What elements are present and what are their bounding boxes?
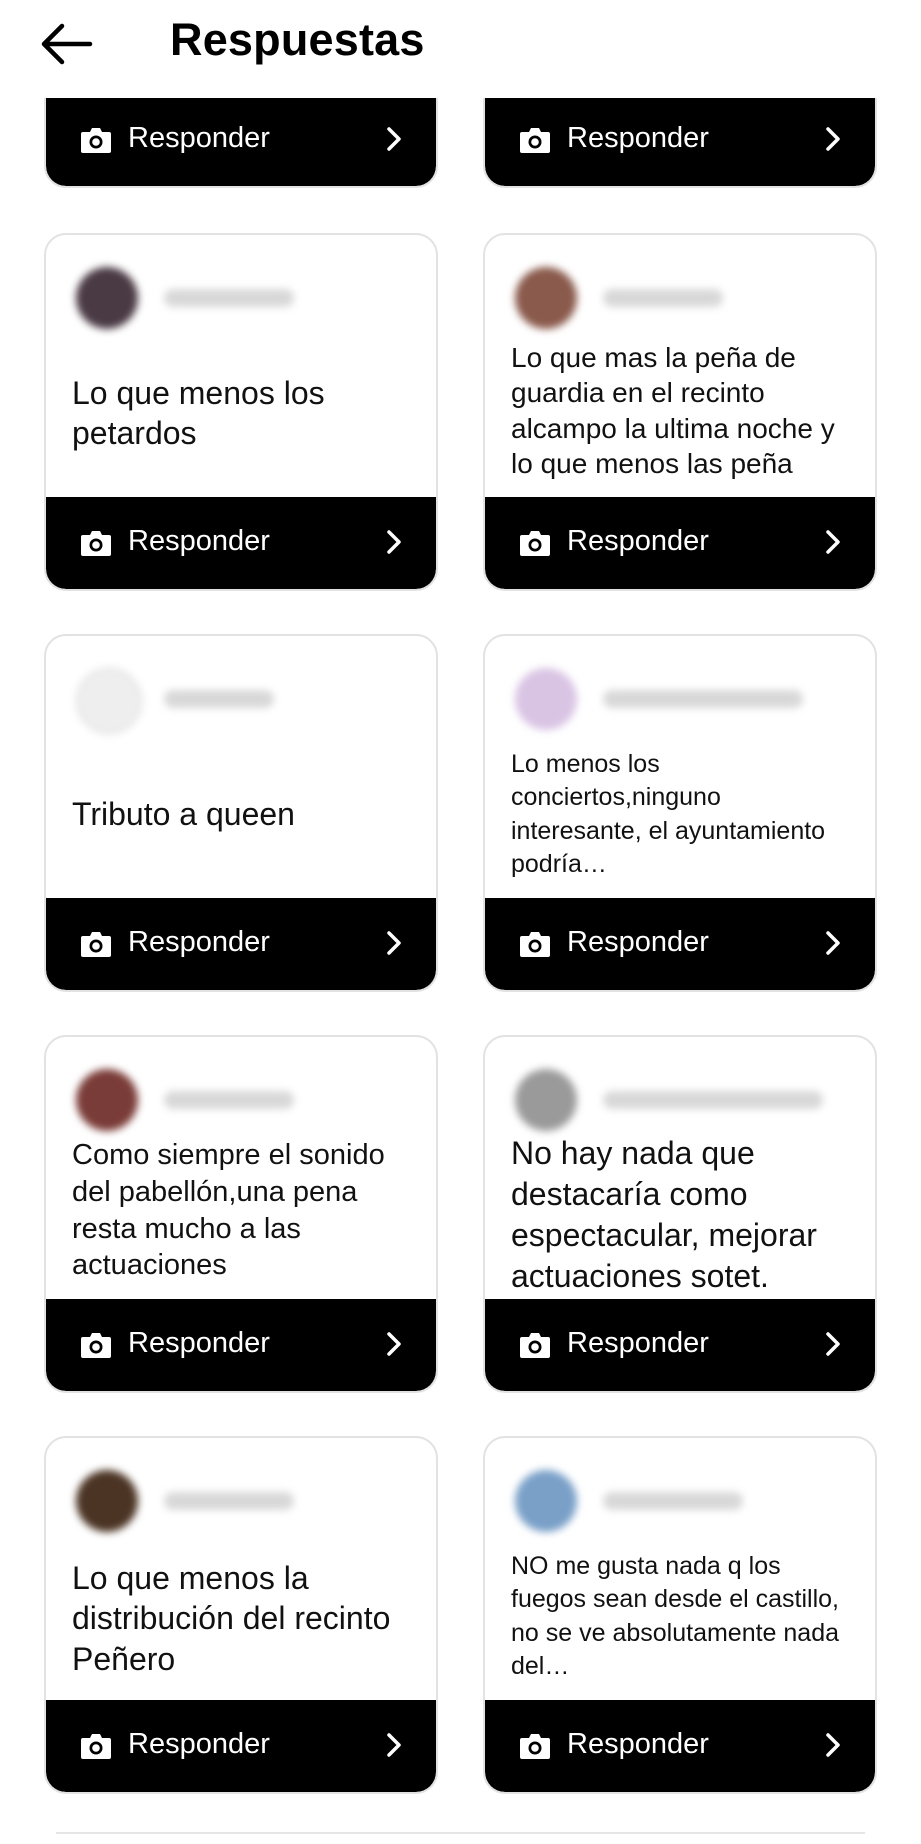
card-body: NO me gusta nada q los fuegos sean desde… [485,1438,875,1700]
username-blurred [164,1492,294,1510]
chevron-right-icon [826,931,840,955]
chevron-right-icon [826,1733,840,1757]
reply-card: Tributo a queen Responder [44,634,438,992]
reply-card: Lo menos los conciertos,ninguno interesa… [483,634,877,992]
divider [56,1832,865,1834]
reply-label: Responder [567,1327,709,1359]
username-blurred [603,289,723,307]
username-blurred [603,1492,743,1510]
avatar [515,267,577,329]
reply-button[interactable]: Responder [46,94,436,186]
chevron-right-icon [387,127,401,151]
chevron-right-icon [387,931,401,955]
reply-button[interactable]: Responder [485,1299,875,1391]
response-text: Tributo a queen [72,796,295,832]
reply-label: Responder [128,926,270,958]
username-blurred [164,690,274,708]
reply-card: Lo que menos los petardos Responder [44,233,438,591]
reply-card: Como siempre el sonido del pabellón,una … [44,1035,438,1393]
response-text: Como siempre el sonido del pabellón,una … [72,1139,385,1282]
card-body: Lo que mas la peña de guardia en el reci… [485,235,875,497]
username-blurred [603,1091,823,1109]
avatar [76,668,142,734]
reply-button[interactable]: Responder [485,898,875,990]
avatar [76,1470,138,1532]
reply-button[interactable]: Responder [46,898,436,990]
reply-button[interactable]: Responder [46,1299,436,1391]
camera-icon [81,932,111,957]
reply-label: Responder [567,1728,709,1760]
response-text: No hay nada que destacaría como espectac… [511,1135,817,1294]
chevron-right-icon [826,530,840,554]
chevron-right-icon [387,1733,401,1757]
camera-icon [81,128,111,153]
chevron-right-icon [387,530,401,554]
username-blurred [603,690,803,708]
username-blurred [164,1091,294,1109]
avatar [76,1069,138,1131]
reply-label: Responder [128,1728,270,1760]
top-bar: Respuestas [0,0,921,98]
reply-label: Responder [128,122,270,154]
camera-icon [520,531,550,556]
back-arrow-icon[interactable] [34,18,96,70]
chevron-right-icon [826,127,840,151]
reply-button[interactable]: Responder [485,497,875,589]
reply-button[interactable]: Responder [485,94,875,186]
card-body: Lo menos los conciertos,ninguno interesa… [485,636,875,898]
card-body: Lo que menos los petardos [46,235,436,497]
response-text: Lo que mas la peña de guardia en el reci… [511,342,835,479]
reply-card: Lo que mas la peña de guardia en el reci… [483,233,877,591]
camera-icon [520,1333,550,1358]
camera-icon [81,1734,111,1759]
page-title: Respuestas [170,14,425,65]
reply-card: NO me gusta nada q los fuegos sean desde… [483,1436,877,1794]
card-body: Como siempre el sonido del pabellón,una … [46,1037,436,1299]
card-body: No hay nada que destacaría como espectac… [485,1037,875,1299]
response-text: NO me gusta nada q los fuegos sean desde… [511,1552,840,1680]
chevron-right-icon [387,1332,401,1356]
response-text: Lo que menos la distribución del recinto… [72,1560,391,1677]
avatar [76,267,138,329]
card-body: Lo que menos la distribución del recinto… [46,1438,436,1700]
reply-label: Responder [128,1327,270,1359]
reply-button[interactable]: Responder [46,1700,436,1792]
card-body: Tributo a queen [46,636,436,898]
chevron-right-icon [826,1332,840,1356]
reply-card: Lo que menos la distribución del recinto… [44,1436,438,1794]
reply-label: Responder [567,926,709,958]
reply-label: Responder [567,525,709,557]
avatar [515,1069,577,1131]
response-text: Lo que menos los petardos [72,375,325,452]
username-blurred [164,289,294,307]
reply-label: Responder [128,525,270,557]
camera-icon [81,1333,111,1358]
avatar [515,1470,577,1532]
response-text: Lo menos los conciertos,ninguno interesa… [511,750,826,878]
reply-button[interactable]: Responder [485,1700,875,1792]
reply-card: No hay nada que destacaría como espectac… [483,1035,877,1393]
camera-icon [81,531,111,556]
reply-label: Responder [567,122,709,154]
avatar [515,668,577,730]
reply-button[interactable]: Responder [46,497,436,589]
camera-icon [520,128,550,153]
camera-icon [520,1734,550,1759]
camera-icon [520,932,550,957]
